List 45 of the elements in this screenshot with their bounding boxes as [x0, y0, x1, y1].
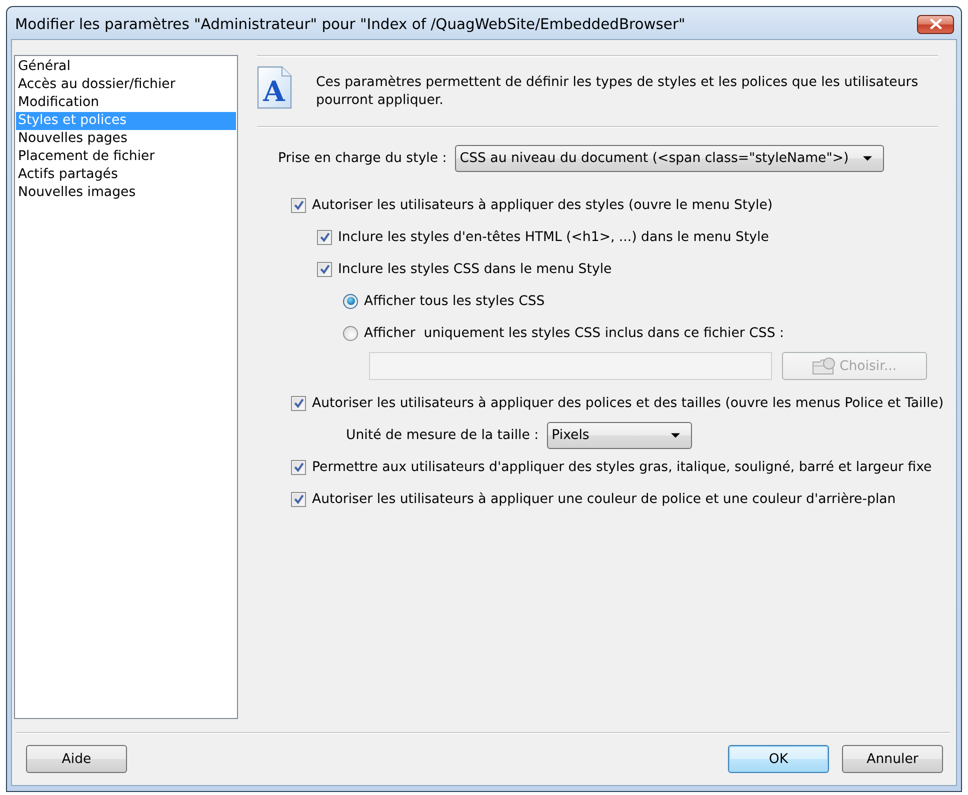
- checkmark-icon: [320, 264, 330, 274]
- description-text: Ces paramètres permettent de définir les types de styles et les polices que les utilisateurs pourront appliquer.: [316, 74, 920, 110]
- caret-icon: [862, 156, 872, 161]
- style-support-label: Prise en charge du style :: [278, 151, 447, 166]
- font-document-icon: A: [257, 66, 292, 109]
- unit-dropdown[interactable]: Pixels: [546, 422, 692, 448]
- close-icon: [930, 19, 942, 29]
- radio-dot-icon: [346, 297, 354, 305]
- radio-button[interactable]: [343, 294, 358, 308]
- checkbox[interactable]: [291, 396, 306, 410]
- checkbox[interactable]: [291, 198, 306, 212]
- category-item[interactable]: Accès au dossier/fichier: [16, 76, 236, 94]
- checkbox[interactable]: [291, 460, 306, 474]
- checkbox-label: Autoriser les utilisateurs à appliquer des polices et des tailles (ouvre les menus Police et Taille): [312, 396, 944, 410]
- checkbox-label: Permettre aux utilisateurs d'appliquer des styles gras, italique, souligné, barré et largeur fixe: [312, 460, 932, 474]
- checkbox[interactable]: [317, 230, 332, 244]
- checkbox-label: Inclure les styles d'en-têtes HTML (<h1>, ...) dans le menu Style: [338, 230, 769, 244]
- window-title: Modifier les paramètres "Administrateur" pour "Index of /QuagWebSite/EmbeddedBrowser": [15, 16, 686, 32]
- checkmark-icon: [294, 398, 304, 408]
- radio-label: Afficher tous les styles CSS: [364, 294, 545, 308]
- caret-icon: [670, 432, 680, 438]
- close-button[interactable]: [917, 14, 954, 34]
- category-item[interactable]: Nouvelles images: [16, 184, 236, 202]
- dropdown-label: Unité de mesure de la taille :: [346, 428, 539, 442]
- folder-icon: [812, 357, 836, 375]
- checkmark-icon: [320, 232, 330, 242]
- checkbox[interactable]: [317, 262, 332, 276]
- category-item[interactable]: Placement de fichier: [16, 148, 236, 166]
- checkbox-label: Autoriser les utilisateurs à appliquer des styles (ouvre le menu Style): [312, 198, 773, 212]
- cancel-button[interactable]: Annuler: [842, 745, 943, 773]
- help-button[interactable]: Aide: [26, 745, 127, 773]
- checkbox-label: Autoriser les utilisateurs à appliquer une couleur de police et une couleur d'arrière-plan: [312, 492, 896, 506]
- radio-button[interactable]: [343, 326, 358, 340]
- radio-label: Afficher uniquement les styles CSS inclus dans ce fichier CSS :: [364, 326, 784, 340]
- category-item[interactable]: Général: [16, 58, 236, 76]
- category-item[interactable]: Nouvelles pages: [16, 130, 236, 148]
- category-item[interactable]: Modification: [16, 94, 236, 112]
- category-item[interactable]: Actifs partagés: [16, 166, 236, 184]
- checkbox-label: Inclure les styles CSS dans le menu Style: [338, 262, 612, 276]
- style-support-dropdown[interactable]: CSS au niveau du document (<span class="styleName">): [454, 145, 884, 172]
- checkbox[interactable]: [291, 492, 306, 506]
- checkmark-icon: [294, 462, 304, 472]
- checkmark-icon: [294, 494, 304, 504]
- checkmark-icon: [294, 200, 304, 210]
- ok-button[interactable]: OK: [728, 745, 829, 773]
